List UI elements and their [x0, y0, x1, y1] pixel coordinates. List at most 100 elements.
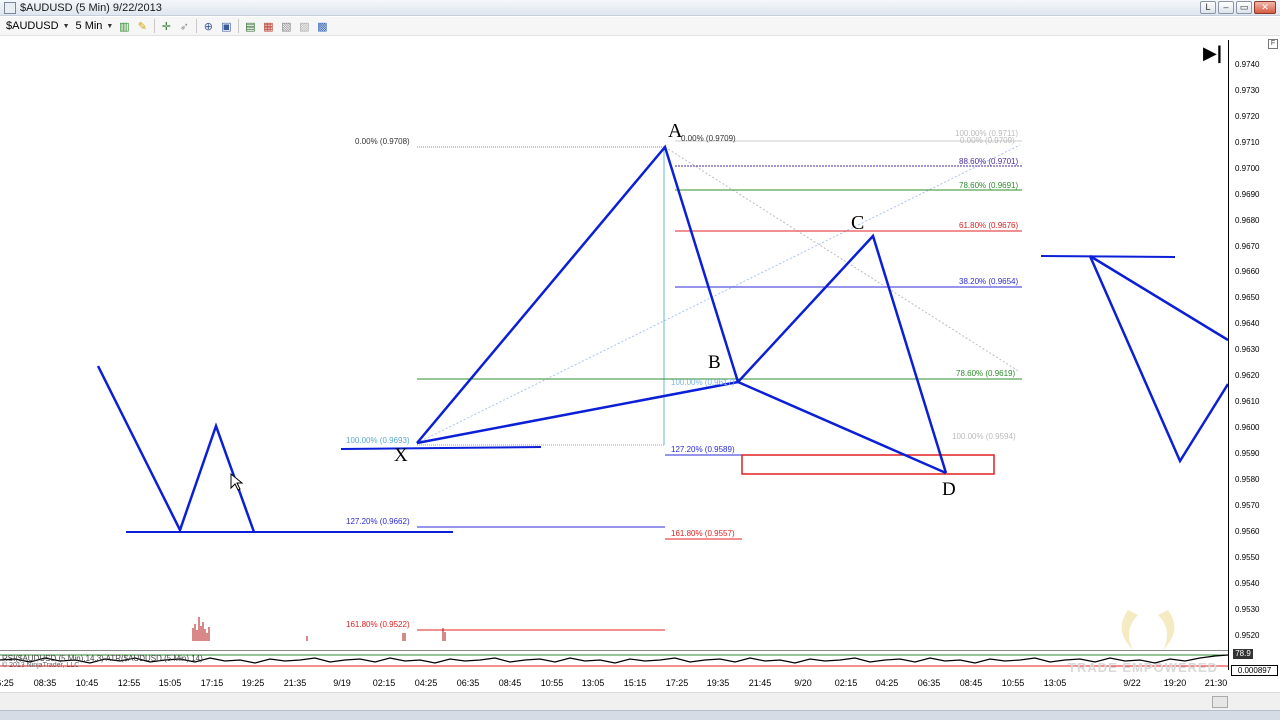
- time-tick: 06:35: [917, 678, 941, 688]
- fib-label-r100-low: 100.00% (0.9594): [952, 432, 1016, 441]
- magnify-icon[interactable]: ▣: [219, 19, 233, 33]
- instrument-selector[interactable]: $AUDUSD ▼: [6, 20, 70, 32]
- price-tick: 0.9690: [1235, 190, 1260, 199]
- crosshair-icon[interactable]: ✛: [159, 19, 173, 33]
- time-tick: 10:55: [1001, 678, 1025, 688]
- price-tick: 0.9660: [1235, 267, 1260, 276]
- time-tick: 13:05: [581, 678, 605, 688]
- chart-toolbar: $AUDUSD ▼ 5 Min ▼ ▥ ✎ ✛ ➶ ⊕ ▣ ▤ ▦ ▧ ▨ ▩: [0, 17, 1280, 36]
- price-tick: 0.9590: [1235, 449, 1260, 458]
- pattern-xab: [416, 144, 740, 444]
- time-tick: 19:25: [241, 678, 265, 688]
- close-button[interactable]: ✕: [1254, 1, 1276, 14]
- data-box-icon[interactable]: ▧: [279, 19, 293, 33]
- time-tick: 08:45: [959, 678, 983, 688]
- scroll-to-end-icon[interactable]: ▶|: [1203, 44, 1223, 64]
- maximize-button[interactable]: ▭: [1236, 1, 1252, 14]
- price-tick: 0.9630: [1235, 345, 1260, 354]
- time-tick: 17:15: [200, 678, 224, 688]
- chevron-down-icon: ▼: [106, 22, 114, 30]
- interval-selector[interactable]: 5 Min ▼: [76, 20, 114, 32]
- price-tick: 0.9740: [1235, 60, 1260, 69]
- link-button[interactable]: L: [1200, 1, 1216, 14]
- price-tick: 0.9540: [1235, 579, 1260, 588]
- time-tick: 04:25: [414, 678, 438, 688]
- fib-label-xa-top: 0.00% (0.9708): [355, 137, 410, 146]
- fib-label-xa-base: 100.00% (0.9693): [346, 436, 410, 445]
- pencil-icon[interactable]: ✎: [135, 19, 149, 33]
- time-tick: 21:45: [748, 678, 772, 688]
- price-tick: 0.9650: [1235, 293, 1260, 302]
- price-tick: 0.9730: [1235, 86, 1260, 95]
- prz-box: [741, 454, 995, 475]
- time-tick: 15:05: [158, 678, 182, 688]
- pattern-xb: [416, 380, 739, 445]
- price-tick: 0.9720: [1235, 112, 1260, 121]
- price-tick: 0.9560: [1235, 527, 1260, 536]
- price-tick: 0.9520: [1235, 631, 1260, 640]
- price-tick: 0.9600: [1235, 423, 1260, 432]
- fib-label-r886: 88.60% (0.9701): [959, 157, 1019, 166]
- right-top-line: [1040, 255, 1176, 258]
- bar-chart-icon[interactable]: ▥: [117, 19, 131, 33]
- fib-label-xa-127: 127.20% (0.9662): [346, 517, 410, 526]
- time-tick: 12:55: [117, 678, 141, 688]
- horizontal-scrollbar[interactable]: [0, 692, 1280, 710]
- price-tick: 0.9620: [1235, 371, 1260, 380]
- left-pattern: [96, 365, 256, 534]
- fib-label-ab-161: 161.80% (0.9557): [671, 529, 735, 538]
- scrollbar-thumb[interactable]: [1212, 696, 1228, 708]
- price-tick: 0.9710: [1235, 138, 1260, 147]
- price-tick: 0.9580: [1235, 475, 1260, 484]
- properties-icon[interactable]: ▤: [243, 19, 257, 33]
- time-tick: 06:35: [456, 678, 480, 688]
- price-tick: 0.9680: [1235, 216, 1260, 225]
- price-chart[interactable]: [0, 36, 1228, 650]
- fib-label-ab-100: 100.00% (0.9617): [671, 378, 735, 387]
- time-tick: 02:15: [372, 678, 396, 688]
- point-label-x: X: [394, 445, 408, 466]
- window-title: $AUDUSD (5 Min) 9/22/2013: [20, 1, 162, 14]
- time-tick: 21:30: [1204, 678, 1228, 688]
- time-tick: 9/20: [794, 678, 812, 688]
- fib-label-r382: 38.20% (0.9654): [959, 277, 1019, 286]
- copyright-label: © 2013 NinjaTrader, LLC: [2, 662, 80, 669]
- x-base-line: [340, 446, 542, 450]
- toolbar-separator: [196, 19, 198, 33]
- point-label-c: C: [851, 212, 865, 234]
- minimize-button[interactable]: –: [1218, 1, 1234, 14]
- atr-value-badge: 0.000897: [1231, 665, 1278, 676]
- price-tick: 0.9530: [1235, 605, 1260, 614]
- chevron-down-icon: ▼: [62, 22, 70, 30]
- time-tick: 10:45: [75, 678, 99, 688]
- fib-label-xa-161: 161.80% (0.9522): [346, 620, 410, 629]
- time-tick: 19:35: [706, 678, 730, 688]
- right-leg: [1089, 254, 1228, 342]
- time-tick: 04:25: [875, 678, 899, 688]
- time-tick: 19:20: [1163, 678, 1187, 688]
- fib-label-r786: 78.60% (0.9691): [959, 181, 1019, 190]
- price-tick: 0.9640: [1235, 319, 1260, 328]
- point-label-a: A: [668, 120, 683, 142]
- price-tick: 0.9700: [1235, 164, 1260, 173]
- chart-trader-icon[interactable]: ▩: [315, 19, 329, 33]
- fib-label-r786-low: 78.60% (0.9619): [956, 369, 1016, 378]
- window-controls: L – ▭ ✕: [1200, 1, 1276, 14]
- chart-properties-button[interactable]: F: [1268, 39, 1278, 49]
- time-axis[interactable]: 6:25 08:35 10:45 12:55 15:05 17:15 19:25…: [0, 672, 1228, 690]
- time-tick: 6:25: [0, 678, 14, 688]
- time-tick: 9/22: [1123, 678, 1141, 688]
- price-axis[interactable]: [1228, 40, 1280, 670]
- price-tick: 0.9610: [1235, 397, 1260, 406]
- toolbar-separator: [238, 19, 240, 33]
- time-tick: 10:55: [540, 678, 564, 688]
- time-tick: 02:15: [834, 678, 858, 688]
- time-tick: 9/19: [333, 678, 351, 688]
- strategy-icon[interactable]: ▦: [261, 19, 275, 33]
- fib-label-r618: 61.80% (0.9676): [959, 221, 1019, 230]
- cursor-icon[interactable]: ➶: [177, 19, 191, 33]
- right-pattern: [1088, 255, 1228, 464]
- zoom-icon[interactable]: ⊕: [201, 19, 215, 33]
- interval-label: 5 Min: [75, 20, 103, 32]
- close-chart-icon[interactable]: ▨: [297, 19, 311, 33]
